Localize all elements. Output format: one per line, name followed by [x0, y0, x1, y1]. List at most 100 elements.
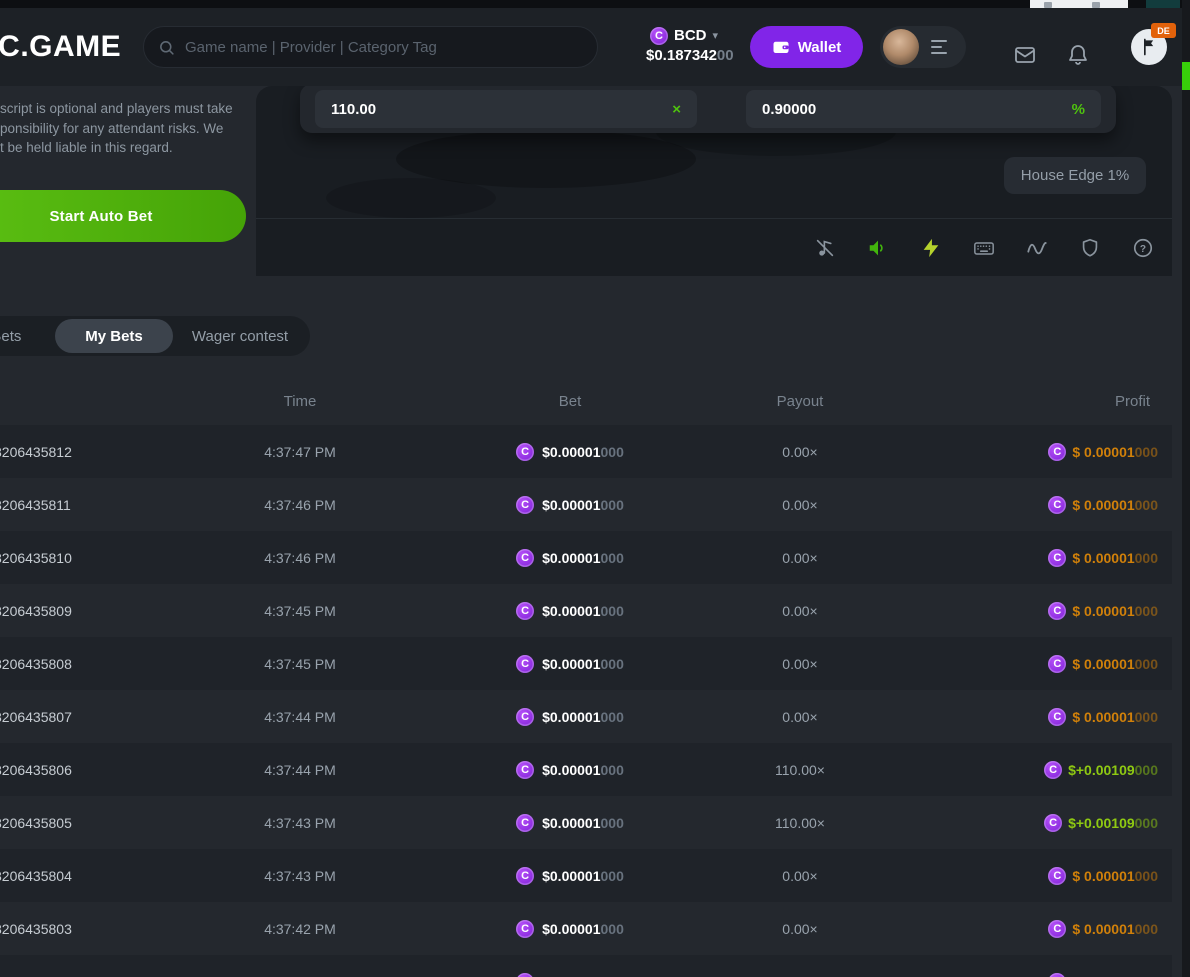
bcd-coin-icon: C	[516, 496, 534, 514]
payout-input[interactable]	[315, 101, 697, 118]
bcd-coin-icon: C	[516, 443, 534, 461]
bet-time	[160, 955, 440, 977]
bcd-coin-icon: C	[1048, 443, 1066, 461]
percent-icon: %	[1072, 101, 1085, 118]
svg-text:?: ?	[1140, 243, 1146, 254]
wallet-icon	[772, 38, 790, 56]
tab-my-bets[interactable]: My Bets	[55, 319, 173, 353]
tab-wager-contest[interactable]: Wager contest	[173, 319, 307, 353]
table-row[interactable]: 8206435808 4:37:45 PM C $0.00001000 0.00…	[0, 637, 1172, 690]
table-row[interactable]: 8206435807 4:37:44 PM C $0.00001000 0.00…	[0, 690, 1172, 743]
bcd-coin-icon: C	[516, 708, 534, 726]
notifications-button[interactable]	[1061, 38, 1095, 72]
bet-time: 4:37:45 PM	[160, 584, 440, 637]
bet-payout-multiplier: 0.00×	[700, 478, 900, 531]
table-row[interactable]: 8206435806 4:37:44 PM C $0.00001000 110.…	[0, 743, 1172, 796]
wallet-balance: $0.18734200	[628, 47, 768, 66]
bcd-coin-icon: C	[516, 814, 534, 832]
music-off-icon[interactable]	[814, 237, 836, 259]
wallet-button[interactable]: Wallet	[750, 26, 863, 68]
game-toolbar: ?	[256, 218, 1172, 276]
bet-profit: C $ 0.00001000	[900, 637, 1172, 690]
chevron-down-icon: ▾	[713, 29, 719, 42]
bet-amount: C $0.00001000	[440, 796, 700, 849]
bet-id: 8206435805	[0, 796, 160, 849]
statistics-icon[interactable]	[1026, 237, 1048, 259]
envelope-icon	[1013, 43, 1037, 67]
messages-button[interactable]	[1008, 38, 1042, 72]
bet-payout-multiplier: 0.00×	[700, 690, 900, 743]
bcd-coin-icon: C	[650, 27, 668, 45]
table-row[interactable]: 8206435804 4:37:43 PM C $0.00001000 0.00…	[0, 849, 1172, 902]
header-bet: Bet	[440, 378, 700, 425]
bet-profit: C $ 0.00001000	[900, 478, 1172, 531]
bet-amount: C $0.00001000	[440, 478, 700, 531]
table-row[interactable]: 8206435810 4:37:46 PM C $0.00001000 0.00…	[0, 531, 1172, 584]
my-bets-table: Time Bet Payout Profit 8206435812 4:37:4…	[0, 378, 1172, 977]
bet-payout-multiplier: 0.00×	[700, 637, 900, 690]
hotkeys-icon[interactable]	[973, 237, 995, 259]
bcd-coin-icon: C	[516, 761, 534, 779]
bet-profit: C $ 0.00001000	[900, 849, 1172, 902]
bcd-coin-icon: C	[1048, 602, 1066, 620]
bet-id: 8206435807	[0, 690, 160, 743]
autobet-settings-card: × %	[300, 84, 1116, 133]
bet-time: 4:37:44 PM	[160, 743, 440, 796]
table-row[interactable]: 8206435812 4:37:47 PM C $0.00001000 0.00…	[0, 425, 1172, 478]
bcd-coin-icon: C	[1044, 761, 1062, 779]
bcd-coin-icon: C	[516, 602, 534, 620]
bcd-coin-icon: C	[1044, 814, 1062, 832]
bcd-coin-icon: C	[516, 920, 534, 938]
win-chance-field: %	[746, 90, 1101, 128]
sound-on-icon[interactable]	[867, 237, 889, 259]
bet-time: 4:37:44 PM	[160, 690, 440, 743]
search-input[interactable]	[175, 38, 583, 57]
bet-payout-multiplier: 0.00×	[700, 849, 900, 902]
fairness-shield-icon[interactable]	[1079, 237, 1101, 259]
bet-id: 8206435811	[0, 478, 160, 531]
table-row[interactable]: 8206435803 4:37:42 PM C $0.00001000 0.00…	[0, 902, 1172, 955]
brand-logo[interactable]: BC.GAME	[0, 30, 121, 64]
bet-payout-multiplier: 110.00×	[700, 796, 900, 849]
help-icon[interactable]: ?	[1132, 237, 1154, 259]
win-chance-input[interactable]	[746, 101, 1101, 118]
tab-all-bets[interactable]: All Bets	[0, 319, 55, 353]
table-row[interactable]: 8206435811 4:37:46 PM C $0.00001000 0.00…	[0, 478, 1172, 531]
bet-id: 8206435808	[0, 637, 160, 690]
turbo-bet-icon[interactable]	[920, 237, 942, 259]
bcd-coin-icon: C	[516, 867, 534, 885]
header-payout: Payout	[700, 378, 900, 425]
wallet-button-label: Wallet	[798, 39, 842, 56]
bet-id	[0, 955, 160, 977]
table-row[interactable]: 8206435809 4:37:45 PM C $0.00001000 0.00…	[0, 584, 1172, 637]
start-auto-bet-button[interactable]: Start Auto Bet	[0, 190, 246, 242]
bcd-coin-icon: C	[1048, 867, 1066, 885]
profile-menu[interactable]	[880, 26, 966, 68]
bet-time: 4:37:43 PM	[160, 796, 440, 849]
extension-icon	[1092, 2, 1100, 8]
header-profit: Profit	[900, 378, 1172, 425]
bcd-coin-icon: C	[1048, 549, 1066, 567]
bet-time: 4:37:47 PM	[160, 425, 440, 478]
browser-strip	[0, 0, 1190, 8]
bcd-coin-icon: C	[1048, 496, 1066, 514]
currency-selector[interactable]: C BCD ▾ $0.18734200	[628, 26, 768, 66]
page: DE BC.GAME C BCD ▾ $0.18734200 Wallet	[0, 0, 1190, 977]
table-row[interactable]: 8206435805 4:37:43 PM C $0.00001000 110.…	[0, 796, 1172, 849]
avatar[interactable]	[883, 29, 919, 65]
search-icon	[158, 39, 175, 56]
bcd-coin-icon: C	[516, 973, 534, 977]
disclaimer-line: t be held liable in this regard.	[0, 138, 250, 158]
bet-amount: C $0.00001000	[440, 584, 700, 637]
house-edge-badge: House Edge 1%	[1004, 157, 1146, 194]
bet-time: 4:37:42 PM	[160, 902, 440, 955]
bcd-coin-icon: C	[1048, 973, 1066, 977]
bet-profit: C $+0.00109000	[900, 796, 1172, 849]
bet-payout-multiplier: 0.00×	[700, 425, 900, 478]
scrollbar-track	[1182, 0, 1190, 977]
scrollbar-thumb[interactable]	[1182, 62, 1190, 90]
table-row[interactable]: C $0.00001000 C $ 0.00001000	[0, 955, 1172, 977]
bet-id: 8206435812	[0, 425, 160, 478]
extension-icon	[1146, 0, 1180, 8]
bet-profit: C $ 0.00001000	[900, 531, 1172, 584]
